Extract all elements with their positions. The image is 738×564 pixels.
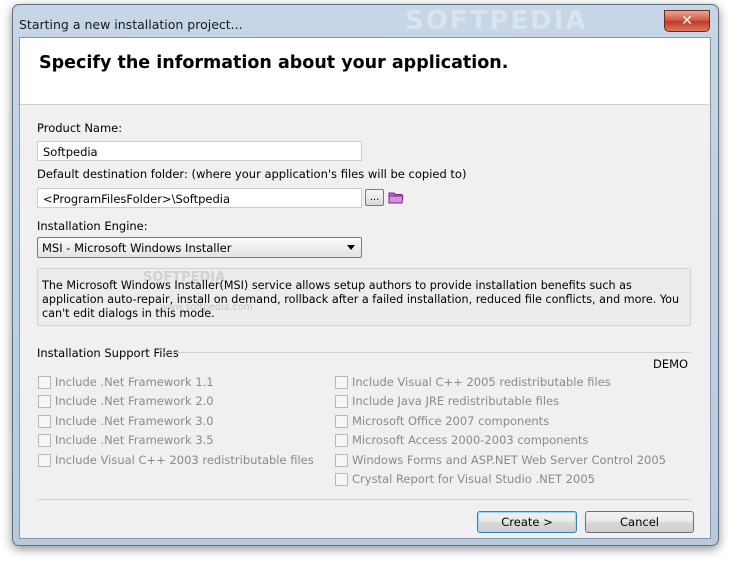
checkbox-box[interactable]	[335, 472, 348, 486]
dropdown-arrow-icon	[347, 245, 355, 250]
checkbox-box[interactable]	[335, 375, 348, 389]
checkbox-box[interactable]	[38, 453, 51, 467]
engine-selected-value: MSI - Microsoft Windows Installer	[42, 241, 232, 255]
checkbox-label: Include .Net Framework 3.5	[55, 433, 214, 447]
checkbox-access-2000-2003[interactable]: Microsoft Access 2000-2003 components	[335, 433, 588, 447]
title-watermark: SOFTPEDIA	[405, 6, 588, 36]
close-icon: ✕	[681, 13, 693, 29]
checkbox-box[interactable]	[335, 453, 348, 467]
checkbox-label: Windows Forms and ASP.NET Web Server Con…	[352, 453, 666, 467]
support-divider	[163, 352, 691, 353]
browse-button[interactable]: ...	[365, 189, 384, 206]
checkbox-net-1-1[interactable]: Include .Net Framework 1.1	[38, 375, 214, 389]
checkbox-winforms-aspnet[interactable]: Windows Forms and ASP.NET Web Server Con…	[335, 453, 666, 467]
checkbox-label: Include Visual C++ 2003 redistributable …	[55, 453, 314, 467]
checkbox-vcpp-2005[interactable]: Include Visual C++ 2005 redistributable …	[335, 375, 611, 389]
create-button[interactable]: Create >	[477, 511, 577, 533]
checkbox-box[interactable]	[38, 414, 51, 428]
checkbox-label: Include .Net Framework 2.0	[55, 394, 214, 408]
checkbox-box[interactable]	[38, 375, 51, 389]
checkbox-label: Include .Net Framework 1.1	[55, 375, 214, 389]
checkbox-net-3-5[interactable]: Include .Net Framework 3.5	[38, 433, 214, 447]
checkbox-box[interactable]	[38, 433, 51, 447]
checkbox-box[interactable]	[335, 414, 348, 428]
checkbox-label: Include Visual C++ 2005 redistributable …	[352, 375, 611, 389]
demo-label: DEMO	[653, 357, 689, 371]
engine-label: Installation Engine:	[37, 219, 148, 233]
product-name-label: Product Name:	[37, 121, 123, 135]
support-files-title: Installation Support Files	[37, 346, 179, 360]
checkbox-box[interactable]	[335, 433, 348, 447]
engine-description-text: The Microsoft Windows Installer(MSI) ser…	[42, 279, 680, 320]
window-title: Starting a new installation project...	[19, 17, 243, 32]
dest-folder-label: Default destination folder: (where your …	[37, 167, 467, 181]
footer-divider	[37, 499, 691, 500]
checkbox-label: Include Java JRE redistributable files	[352, 394, 560, 408]
open-folder-icon[interactable]	[388, 191, 404, 204]
page-title: Specify the information about your appli…	[39, 53, 509, 73]
checkbox-label: Microsoft Office 2007 components	[352, 414, 550, 428]
checkbox-box[interactable]	[38, 394, 51, 408]
checkbox-label: Include .Net Framework 3.0	[55, 414, 214, 428]
checkbox-box[interactable]	[335, 394, 348, 408]
checkbox-java-jre[interactable]: Include Java JRE redistributable files	[335, 394, 559, 408]
checkbox-net-2-0[interactable]: Include .Net Framework 2.0	[38, 394, 214, 408]
engine-select[interactable]: MSI - Microsoft Windows Installer	[37, 237, 362, 258]
checkbox-office-2007[interactable]: Microsoft Office 2007 components	[335, 414, 549, 428]
checkbox-net-3-0[interactable]: Include .Net Framework 3.0	[38, 414, 214, 428]
dest-folder-input[interactable]: <ProgramFilesFolder>\Softpedia	[37, 188, 362, 208]
checkbox-label: Crystal Report for Visual Studio .NET 20…	[352, 472, 595, 486]
product-name-input[interactable]: Softpedia	[37, 141, 362, 161]
cancel-button[interactable]: Cancel	[585, 511, 694, 533]
checkbox-label: Microsoft Access 2000-2003 components	[352, 433, 589, 447]
checkbox-crystal-report[interactable]: Crystal Report for Visual Studio .NET 20…	[335, 472, 595, 486]
checkbox-vcpp-2003[interactable]: Include Visual C++ 2003 redistributable …	[38, 453, 314, 467]
close-button[interactable]: ✕	[664, 10, 710, 32]
